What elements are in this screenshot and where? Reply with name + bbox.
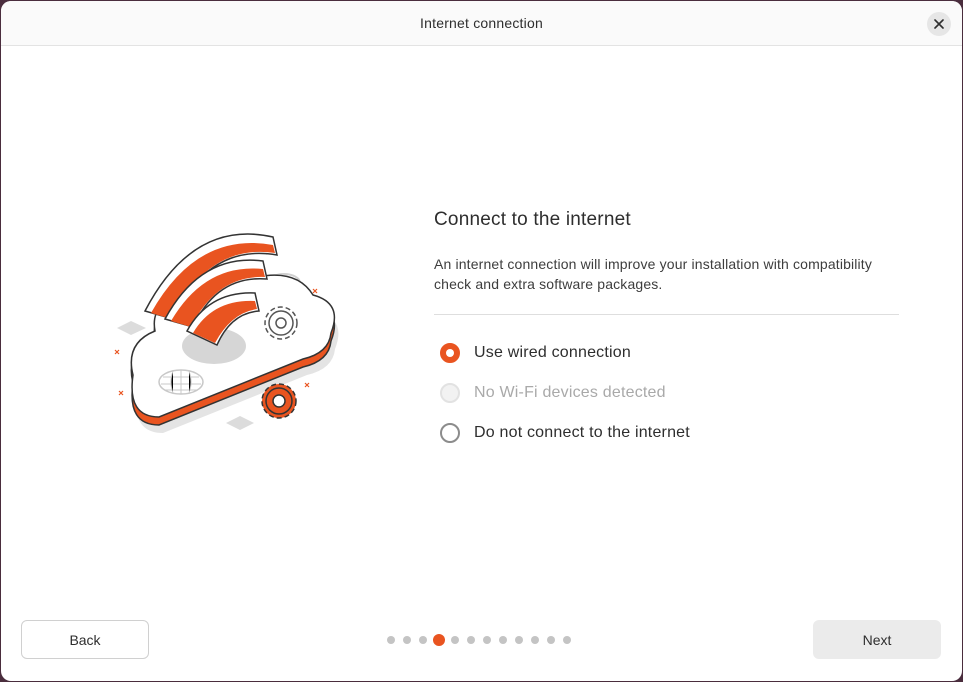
progress-dot: [403, 636, 411, 644]
back-button[interactable]: Back: [21, 620, 149, 659]
progress-dot: [563, 636, 571, 644]
progress-dot: [419, 636, 427, 644]
window-title: Internet connection: [420, 15, 543, 31]
main-content: Connect to the internet An internet conn…: [434, 209, 899, 461]
title-bar: Internet connection: [1, 1, 962, 46]
progress-dot: [515, 636, 523, 644]
progress-dot: [483, 636, 491, 644]
next-button[interactable]: Next: [813, 620, 941, 659]
progress-dot: [499, 636, 507, 644]
option-wired-connection[interactable]: Use wired connection: [440, 341, 899, 365]
progress-dot: [531, 636, 539, 644]
progress-dot-current: [433, 634, 445, 646]
progress-dots: [387, 634, 579, 646]
radio-wifi: [440, 383, 460, 403]
cloud-wifi-illustration: [101, 219, 351, 444]
close-icon: [934, 19, 944, 29]
installer-window: Internet connection Connect to the inter…: [1, 1, 962, 681]
option-no-connection[interactable]: Do not connect to the internet: [440, 421, 899, 445]
close-button[interactable]: [927, 12, 951, 36]
progress-dot: [467, 636, 475, 644]
connection-options: Use wired connection No Wi-Fi devices de…: [440, 341, 899, 445]
option-label-no-connection: Do not connect to the internet: [474, 424, 690, 441]
page-description: An internet connection will improve your…: [434, 256, 872, 292]
progress-dot: [387, 636, 395, 644]
page-heading: Connect to the internet: [434, 209, 631, 230]
divider: [434, 314, 899, 315]
option-label-wifi: No Wi-Fi devices detected: [474, 384, 666, 401]
progress-dot: [547, 636, 555, 644]
progress-dot: [451, 636, 459, 644]
radio-wired-connection[interactable]: [440, 343, 460, 363]
radio-no-connection[interactable]: [440, 423, 460, 443]
option-wifi: No Wi-Fi devices detected: [440, 381, 899, 405]
option-label-wired: Use wired connection: [474, 344, 631, 361]
